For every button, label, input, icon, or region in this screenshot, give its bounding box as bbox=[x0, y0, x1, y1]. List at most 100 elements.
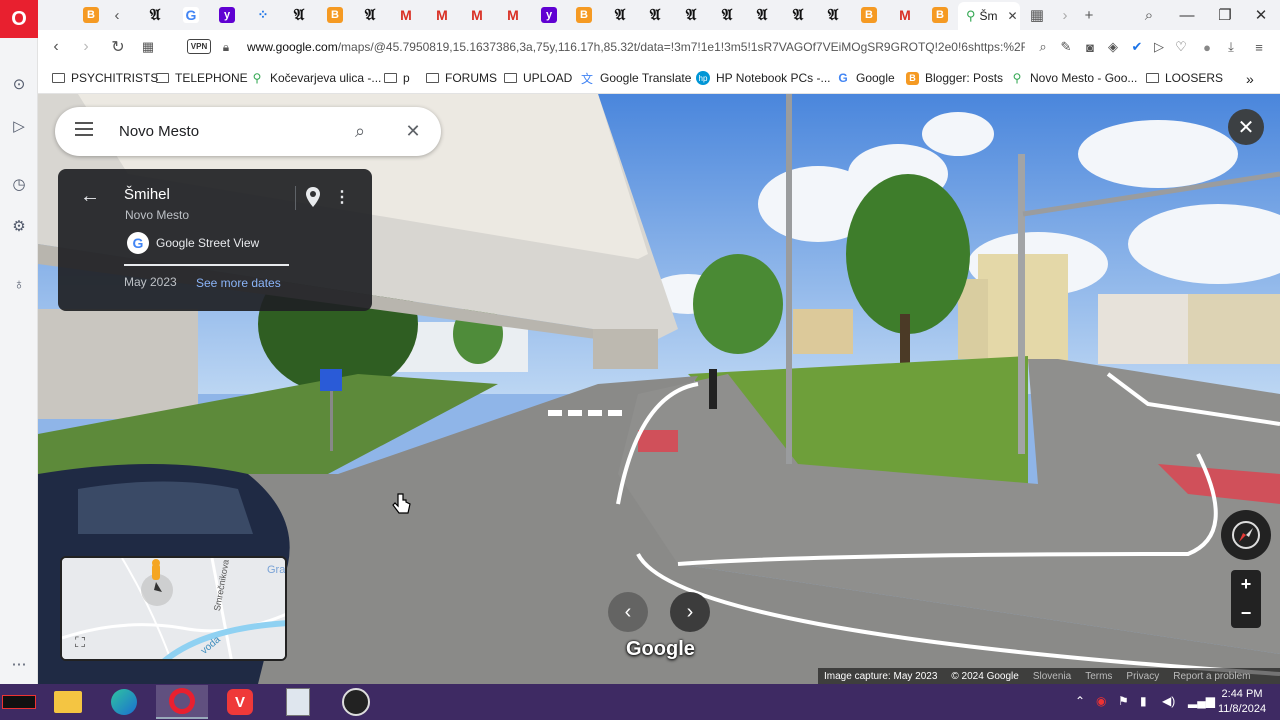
bookmark-novo-mesto[interactable]: ⚲ Novo Mesto - Goo... bbox=[1010, 71, 1138, 85]
document-app-icon[interactable] bbox=[272, 685, 324, 719]
volume-icon[interactable]: ◀) bbox=[1162, 694, 1175, 708]
tab-a[interactable]: 𝔄 bbox=[609, 5, 631, 25]
opera-logo-icon[interactable]: O bbox=[0, 0, 38, 38]
send-icon[interactable]: ▷ bbox=[9, 116, 29, 136]
tab-gmail[interactable]: M bbox=[431, 5, 453, 25]
close-tab-icon[interactable]: ✕ bbox=[1008, 9, 1018, 23]
see-more-dates-link[interactable]: See more dates bbox=[196, 276, 281, 290]
bookmark-forums[interactable]: FORUMS bbox=[426, 71, 497, 85]
new-tab-icon[interactable]: + bbox=[1078, 4, 1100, 26]
close-street-view-button[interactable]: ✕ bbox=[1228, 109, 1264, 145]
search-input[interactable] bbox=[119, 120, 339, 142]
adblock-shield-icon[interactable]: ◈ bbox=[1104, 38, 1122, 56]
tab-grid-icon[interactable]: ▦ bbox=[1026, 4, 1048, 26]
next-arrow-button[interactable]: › bbox=[670, 592, 710, 632]
tab-google[interactable]: G bbox=[180, 5, 202, 25]
send-icon[interactable]: ▷ bbox=[1150, 38, 1168, 56]
obs-icon[interactable] bbox=[330, 685, 382, 719]
compass-icon[interactable] bbox=[1221, 510, 1271, 560]
bookmark-upload[interactable]: UPLOAD bbox=[504, 71, 572, 85]
edit-icon[interactable]: ✎ bbox=[1057, 38, 1075, 56]
speed-dial-icon[interactable]: ▦ bbox=[138, 37, 158, 57]
player-icon[interactable]: ⊙ bbox=[9, 74, 29, 94]
previous-arrow-button[interactable]: ‹ bbox=[608, 592, 648, 632]
system-clock[interactable]: 2:44 PM 11/8/2024 bbox=[1212, 687, 1272, 717]
tab-blogger[interactable]: B bbox=[573, 5, 595, 25]
flag-tray-icon[interactable]: ⚑ bbox=[1118, 694, 1129, 708]
more-options-icon[interactable]: ⋮ bbox=[334, 187, 350, 207]
tab-gmail[interactable]: M bbox=[466, 5, 488, 25]
search-tabs-icon[interactable]: ⌕ bbox=[1138, 4, 1160, 26]
url-field[interactable]: www.google.com/maps/@45.7950819,15.16373… bbox=[247, 40, 1025, 54]
tab-blogger[interactable]: B bbox=[858, 5, 880, 25]
tab-yahoo[interactable]: y bbox=[216, 5, 238, 25]
search-icon[interactable]: ⌕ bbox=[348, 119, 372, 143]
bookmark-telephone[interactable]: TELEPHONE bbox=[156, 71, 248, 85]
tab-gmail[interactable]: M bbox=[894, 5, 916, 25]
tab-active-maps[interactable]: ⚲ Šm ✕ bbox=[958, 2, 1020, 30]
security-tray-icon[interactable]: ◉ bbox=[1096, 694, 1106, 708]
settings-gear-icon[interactable]: ⚙ bbox=[9, 216, 29, 236]
verified-badge-icon[interactable]: ✔ bbox=[1128, 38, 1146, 56]
tab-a[interactable]: 𝔄 bbox=[288, 5, 310, 25]
tab-a[interactable]: 𝔄 bbox=[680, 5, 702, 25]
easy-setup-icon[interactable]: ≡ bbox=[1250, 38, 1268, 56]
lock-icon[interactable]: 🔒︎ bbox=[216, 37, 236, 57]
vivaldi-icon[interactable]: V bbox=[214, 685, 266, 719]
tab-a[interactable]: 𝔄 bbox=[716, 5, 738, 25]
expand-map-icon[interactable]: ⛶ bbox=[70, 632, 90, 652]
back-icon[interactable]: ‹ bbox=[46, 37, 66, 57]
tray-overflow-icon[interactable]: ⌃ bbox=[1075, 694, 1085, 708]
zoom-magnifier-icon[interactable]: ⌕ bbox=[1034, 38, 1052, 56]
edge-icon[interactable] bbox=[98, 685, 150, 719]
tab-yahoo[interactable]: y bbox=[538, 5, 560, 25]
battery-tray-icon[interactable]: ▮ bbox=[1140, 694, 1147, 708]
back-arrow-icon[interactable]: ← bbox=[80, 185, 100, 208]
reload-icon[interactable]: ↻ bbox=[108, 37, 128, 57]
location-pin-icon[interactable] bbox=[305, 187, 321, 207]
network-icon[interactable]: ▂▄▆ bbox=[1188, 694, 1215, 708]
bookmark-google-translate[interactable]: 文 Google Translate bbox=[580, 71, 691, 86]
tab-a[interactable]: 𝔄 bbox=[787, 5, 809, 25]
zoom-out-button[interactable]: − bbox=[1231, 599, 1261, 628]
mini-map[interactable]: Smrečnikova voda Gra ⛶ bbox=[60, 556, 287, 661]
maximize-icon[interactable]: ❐ bbox=[1210, 4, 1240, 26]
tab-dots[interactable]: ⁘ bbox=[252, 5, 274, 25]
tab-scroll-right-icon[interactable]: › bbox=[1054, 4, 1076, 26]
tab-blogger[interactable]: B bbox=[80, 5, 102, 25]
terms-link[interactable]: Terms bbox=[1085, 671, 1112, 682]
tab-a[interactable]: 𝔄 bbox=[751, 5, 773, 25]
tab-a[interactable]: 𝔄 bbox=[144, 5, 166, 25]
lightbulb-icon[interactable]: ♁ bbox=[9, 274, 29, 294]
tab-blogger[interactable]: B bbox=[324, 5, 346, 25]
tab-a[interactable]: 𝔄 bbox=[644, 5, 666, 25]
tab-a[interactable]: 𝔄 bbox=[359, 5, 381, 25]
more-dots-icon[interactable]: ⋯ bbox=[9, 654, 29, 674]
hamburger-menu-icon[interactable] bbox=[75, 122, 93, 136]
bookmark-loosers[interactable]: LOOSERS bbox=[1146, 71, 1223, 85]
country-label[interactable]: Slovenia bbox=[1033, 671, 1071, 682]
clear-search-icon[interactable]: ✕ bbox=[401, 119, 425, 143]
bookmark-google[interactable]: G Google bbox=[836, 71, 894, 85]
opera-taskbar-icon[interactable] bbox=[156, 685, 208, 719]
forward-icon[interactable]: › bbox=[76, 37, 96, 57]
heart-icon[interactable]: ♡ bbox=[1172, 38, 1190, 56]
tab-gmail[interactable]: M bbox=[502, 5, 524, 25]
tab-a[interactable]: 𝔄 bbox=[822, 5, 844, 25]
camera-icon[interactable]: ◙ bbox=[1081, 38, 1099, 56]
bookmark-blogger-posts[interactable]: B Blogger: Posts bbox=[906, 71, 1003, 85]
tab-gmail[interactable]: M bbox=[395, 5, 417, 25]
tab-scroll-left-icon[interactable]: ‹ bbox=[106, 4, 128, 26]
profile-icon[interactable]: ● bbox=[1198, 38, 1216, 56]
start-thumbnail[interactable] bbox=[0, 685, 38, 719]
vpn-badge[interactable]: VPN bbox=[187, 39, 211, 54]
bookmark-kocevarjeva[interactable]: ⚲ Kočevarjeva ulica -... bbox=[250, 71, 382, 85]
close-window-icon[interactable]: ✕ bbox=[1246, 4, 1276, 26]
bookmark-p[interactable]: p bbox=[384, 71, 410, 85]
privacy-link[interactable]: Privacy bbox=[1126, 671, 1159, 682]
zoom-in-button[interactable]: + bbox=[1231, 570, 1261, 599]
history-icon[interactable]: ◷ bbox=[9, 174, 29, 194]
bookmarks-overflow-icon[interactable]: » bbox=[1246, 71, 1254, 87]
report-problem-link[interactable]: Report a problem bbox=[1173, 671, 1250, 682]
tab-blogger[interactable]: B bbox=[929, 5, 951, 25]
